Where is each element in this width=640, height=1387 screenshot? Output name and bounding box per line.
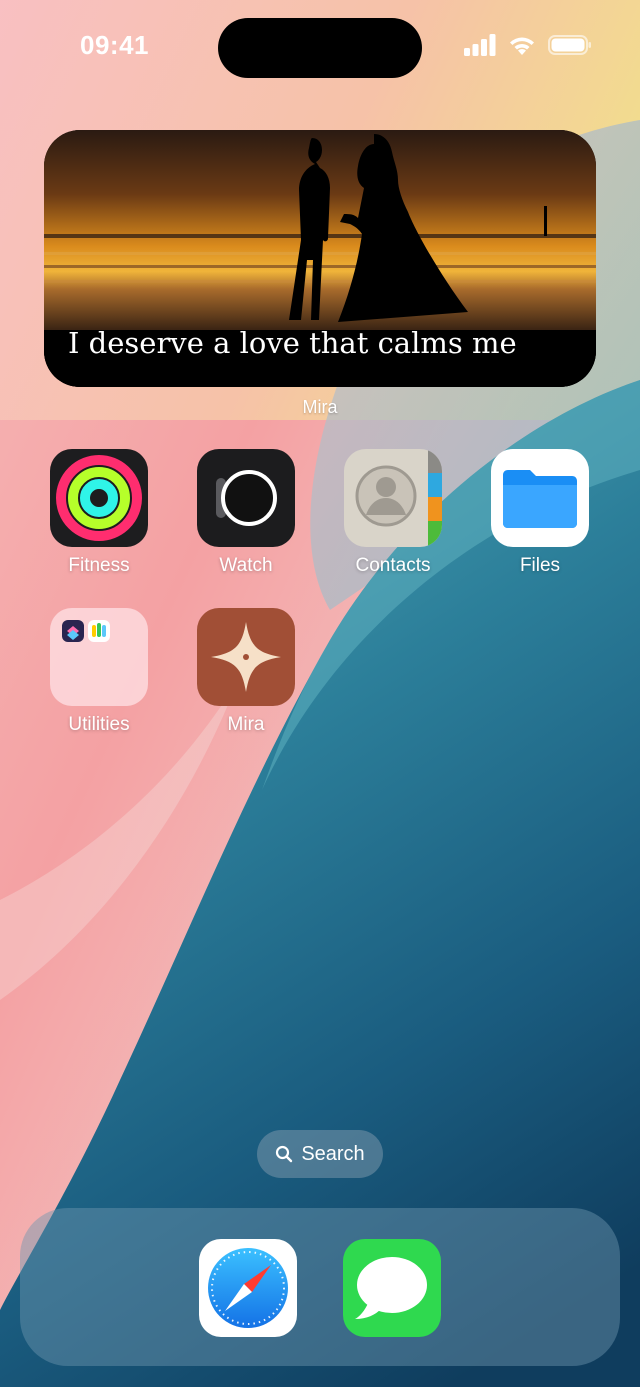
app-fitness[interactable]: Fitness [39,449,159,577]
app-label-fitness: Fitness [68,555,130,576]
search-label: Search [301,1142,365,1165]
contacts-icon [344,449,442,547]
fitness-rings-icon [50,449,148,547]
dock [20,1208,620,1366]
widget-quote-text: I deserve a love that calms me [68,326,517,360]
app-watch[interactable]: Watch [186,449,306,577]
watch-icon [197,449,295,547]
files-folder-icon [491,449,589,547]
app-files[interactable]: Files [480,449,600,577]
dock-app-safari[interactable] [199,1239,297,1337]
mira-compass-icon [197,608,295,706]
app-label-utilities: Utilities [68,714,130,735]
safari-compass-icon [208,1248,288,1328]
app-mira[interactable]: Mira [186,608,306,736]
messages-bubble-icon [355,1257,427,1319]
status-time: 09:41 [80,30,149,60]
app-label-watch: Watch [219,555,273,576]
cellular-signal-icon [464,34,496,56]
status-icons [464,34,592,56]
battery-icon [548,35,591,55]
magnifier-icon [276,1145,293,1163]
search-button[interactable]: Search [257,1130,383,1178]
dock-app-messages[interactable] [343,1239,441,1337]
app-utilities-folder[interactable]: Utilities [39,608,159,736]
mira-quote-widget[interactable]: I deserve a love that calms me [44,130,596,387]
app-label-mira: Mira [227,714,265,735]
widget-label: Mira [302,397,338,417]
app-label-files: Files [519,555,561,576]
dynamic-island [218,18,422,78]
app-contacts[interactable]: Contacts [333,449,453,577]
wifi-icon [510,37,534,55]
app-label-contacts: Contacts [355,555,431,576]
utilities-folder-icon [50,608,148,706]
